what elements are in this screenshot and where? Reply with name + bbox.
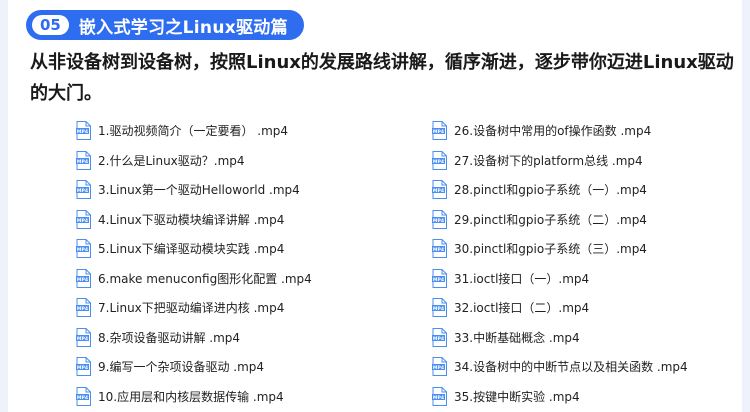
file-name: 34.设备树中的中断节点以及相关函数 .mp4 bbox=[454, 360, 688, 375]
file-item[interactable]: MP4 28.pinctl和gpio子系统（一）.mp4 bbox=[432, 175, 688, 205]
file-name: 10.应用层和内核层数据传输 .mp4 bbox=[98, 389, 284, 404]
file-item[interactable]: MP4 10.应用层和内核层数据传输 .mp4 bbox=[76, 382, 312, 412]
file-name: 27.设备树下的platform总线 .mp4 bbox=[454, 153, 643, 168]
svg-text:MP4: MP4 bbox=[433, 159, 444, 165]
file-name: 30.pinctl和gpio子系统（三）.mp4 bbox=[454, 242, 647, 257]
file-item[interactable]: MP4 31.ioctl接口（一）.mp4 bbox=[432, 264, 688, 294]
mp4-file-icon: MP4 bbox=[432, 386, 447, 406]
svg-text:MP4: MP4 bbox=[433, 306, 444, 312]
file-list-right: MP4 26.设备树中常用的of操作函数 .mp4 MP4 27.设备树下的platf… bbox=[432, 116, 688, 411]
mp4-file-icon: MP4 bbox=[76, 239, 91, 259]
file-name: 32.ioctl接口（二）.mp4 bbox=[454, 301, 590, 316]
file-list-left: MP4 1.驱动视频简介（一定要看） .mp4 MP4 2.什么是Linux驱动？.m… bbox=[76, 116, 312, 411]
svg-text:MP4: MP4 bbox=[77, 188, 88, 194]
file-item[interactable]: MP4 9.编写一个杂项设备驱动 .mp4 bbox=[76, 352, 312, 382]
svg-text:MP4: MP4 bbox=[433, 129, 444, 135]
mp4-file-icon: MP4 bbox=[432, 121, 447, 141]
mp4-file-icon: MP4 bbox=[76, 121, 91, 141]
section-number-badge: 05 bbox=[32, 15, 69, 35]
svg-text:MP4: MP4 bbox=[77, 365, 88, 371]
file-name: 28.pinctl和gpio子系统（一）.mp4 bbox=[454, 183, 647, 198]
file-name: 6.make menuconfig图形化配置 .mp4 bbox=[98, 271, 312, 286]
svg-text:MP4: MP4 bbox=[433, 365, 444, 371]
svg-text:MP4: MP4 bbox=[433, 336, 444, 342]
file-name: 35.按键中断实验 .mp4 bbox=[454, 389, 580, 404]
mp4-file-icon: MP4 bbox=[432, 209, 447, 229]
file-name: 1.驱动视频简介（一定要看） .mp4 bbox=[98, 124, 289, 139]
svg-text:MP4: MP4 bbox=[433, 277, 444, 283]
file-item[interactable]: MP4 30.pinctl和gpio子系统（三）.mp4 bbox=[432, 234, 688, 264]
file-name: 26.设备树中常用的of操作函数 .mp4 bbox=[454, 124, 652, 139]
file-name: 2.什么是Linux驱动？.mp4 bbox=[98, 153, 245, 168]
file-item[interactable]: MP4 32.ioctl接口（二）.mp4 bbox=[432, 293, 688, 323]
svg-text:MP4: MP4 bbox=[433, 247, 444, 253]
file-item[interactable]: MP4 6.make menuconfig图形化配置 .mp4 bbox=[76, 264, 312, 294]
intro-text: 从非设备树到设备树，按照Linux的发展路线讲解，循序渐进，逐步带你迈进Linu… bbox=[30, 52, 734, 104]
section-title: 嵌入式学习之Linux驱动篇 bbox=[78, 17, 288, 38]
mp4-file-icon: MP4 bbox=[76, 298, 91, 318]
file-item[interactable]: MP4 27.设备树下的platform总线 .mp4 bbox=[432, 146, 688, 176]
file-item[interactable]: MP4 34.设备树中的中断节点以及相关函数 .mp4 bbox=[432, 352, 688, 382]
file-name: 8.杂项设备驱动讲解 .mp4 bbox=[98, 330, 241, 345]
mp4-file-icon: MP4 bbox=[432, 298, 447, 318]
file-item[interactable]: MP4 33.中断基础概念 .mp4 bbox=[432, 323, 688, 353]
svg-text:MP4: MP4 bbox=[433, 395, 444, 401]
file-name: 7.Linux下把驱动编译进内核 .mp4 bbox=[98, 301, 285, 316]
file-item[interactable]: MP4 3.Linux第一个驱动Helloworld .mp4 bbox=[76, 175, 312, 205]
mp4-file-icon: MP4 bbox=[432, 180, 447, 200]
content-panel: 05 嵌入式学习之Linux驱动篇 从非设备树到设备树，按照Linux的发展路线… bbox=[8, 0, 742, 412]
mp4-file-icon: MP4 bbox=[76, 386, 91, 406]
file-item[interactable]: MP4 4.Linux下驱动模块编译讲解 .mp4 bbox=[76, 205, 312, 235]
mp4-file-icon: MP4 bbox=[432, 357, 447, 377]
file-item[interactable]: MP4 5.Linux下编译驱动模块实践 .mp4 bbox=[76, 234, 312, 264]
file-name: 31.ioctl接口（一）.mp4 bbox=[454, 271, 590, 286]
svg-text:MP4: MP4 bbox=[77, 247, 88, 253]
file-item[interactable]: MP4 29.pinctl和gpio子系统（二）.mp4 bbox=[432, 205, 688, 235]
mp4-file-icon: MP4 bbox=[76, 150, 91, 170]
file-item[interactable]: MP4 7.Linux下把驱动编译进内核 .mp4 bbox=[76, 293, 312, 323]
mp4-file-icon: MP4 bbox=[76, 209, 91, 229]
mp4-file-icon: MP4 bbox=[432, 150, 447, 170]
file-item[interactable]: MP4 8.杂项设备驱动讲解 .mp4 bbox=[76, 323, 312, 353]
section-header: 05 嵌入式学习之Linux驱动篇 bbox=[26, 10, 304, 40]
svg-text:MP4: MP4 bbox=[77, 277, 88, 283]
svg-text:MP4: MP4 bbox=[433, 188, 444, 194]
file-name: 3.Linux第一个驱动Helloworld .mp4 bbox=[98, 183, 300, 198]
svg-text:MP4: MP4 bbox=[77, 218, 88, 224]
file-item[interactable]: MP4 1.驱动视频简介（一定要看） .mp4 bbox=[76, 116, 312, 146]
mp4-file-icon: MP4 bbox=[432, 268, 447, 288]
mp4-file-icon: MP4 bbox=[76, 357, 91, 377]
svg-text:MP4: MP4 bbox=[77, 129, 88, 135]
mp4-file-icon: MP4 bbox=[76, 268, 91, 288]
svg-text:MP4: MP4 bbox=[433, 218, 444, 224]
mp4-file-icon: MP4 bbox=[76, 327, 91, 347]
file-name: 29.pinctl和gpio子系统（二）.mp4 bbox=[454, 212, 647, 227]
file-name: 9.编写一个杂项设备驱动 .mp4 bbox=[98, 360, 265, 375]
mp4-file-icon: MP4 bbox=[432, 239, 447, 259]
file-name: 4.Linux下驱动模块编译讲解 .mp4 bbox=[98, 212, 285, 227]
svg-text:MP4: MP4 bbox=[77, 159, 88, 165]
file-name: 33.中断基础概念 .mp4 bbox=[454, 330, 580, 345]
svg-text:MP4: MP4 bbox=[77, 336, 88, 342]
file-item[interactable]: MP4 2.什么是Linux驱动？.mp4 bbox=[76, 146, 312, 176]
mp4-file-icon: MP4 bbox=[432, 327, 447, 347]
file-item[interactable]: MP4 35.按键中断实验 .mp4 bbox=[432, 382, 688, 412]
file-item[interactable]: MP4 26.设备树中常用的of操作函数 .mp4 bbox=[432, 116, 688, 146]
mp4-file-icon: MP4 bbox=[76, 180, 91, 200]
svg-text:MP4: MP4 bbox=[77, 395, 88, 401]
file-name: 5.Linux下编译驱动模块实践 .mp4 bbox=[98, 242, 285, 257]
svg-text:MP4: MP4 bbox=[77, 306, 88, 312]
